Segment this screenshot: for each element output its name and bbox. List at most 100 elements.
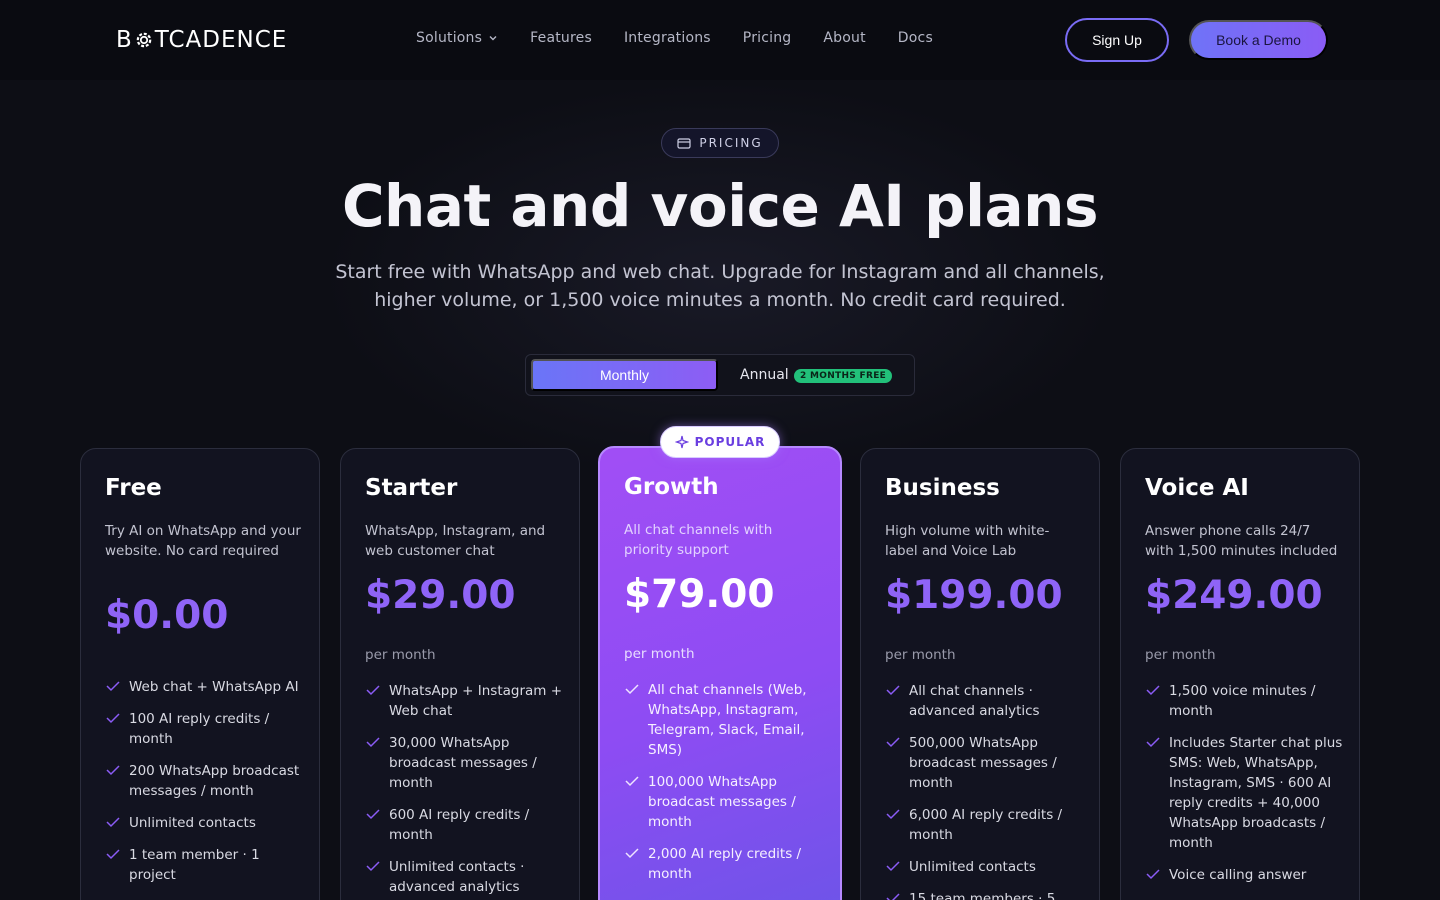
plan-features: All chat channels · advanced analytics 50… — [885, 681, 1085, 900]
nav-about[interactable]: About — [823, 30, 865, 46]
feature-text: 600 AI reply credits / month — [389, 807, 530, 843]
plan-period: per month — [624, 646, 695, 662]
feature-item: 15 team members · 5 — [885, 889, 1085, 900]
top-navigation: B TCADENCE Solutions Features Integratio… — [0, 0, 1440, 80]
check-icon — [106, 817, 120, 828]
check-icon — [106, 681, 120, 692]
plan-description: All chat channels with priority support — [624, 522, 773, 558]
feature-item: 600 AI reply credits / month — [365, 805, 565, 845]
plan-price: $249.00 — [1145, 573, 1323, 618]
feature-text: 100,000 WhatsApp broadcast messages / mo… — [648, 774, 796, 830]
check-icon — [106, 849, 120, 860]
feature-item: 1,500 voice minutes / month — [1145, 681, 1345, 721]
feature-item: 1 team member · 1 project — [105, 845, 305, 885]
page-subtitle: Start free with WhatsApp and web chat. U… — [335, 261, 1105, 311]
check-icon — [1146, 869, 1160, 880]
nav-solutions[interactable]: Solutions — [416, 30, 498, 46]
check-icon — [886, 685, 900, 696]
nav-docs[interactable]: Docs — [898, 30, 933, 46]
feature-text: 1 team member · 1 project — [129, 847, 260, 883]
check-icon — [1146, 685, 1160, 696]
plan-description: High volume with white-label and Voice L… — [885, 523, 1050, 559]
nav-features[interactable]: Features — [530, 30, 592, 46]
popular-badge: POPULAR — [660, 426, 780, 458]
feature-item: 500,000 WhatsApp broadcast messages / mo… — [885, 733, 1085, 793]
plan-name: Growth — [624, 474, 719, 500]
feature-item: Includes Starter chat plus SMS: Web, Wha… — [1145, 733, 1345, 853]
card-icon — [677, 137, 691, 149]
feature-text: Unlimited contacts — [909, 859, 1036, 875]
check-icon — [625, 848, 639, 859]
plan-features: 1,500 voice minutes / month Includes Star… — [1145, 681, 1345, 897]
check-icon — [106, 765, 120, 776]
feature-item: Unlimited contacts — [105, 813, 305, 833]
feature-text: All chat channels · advanced analytics — [909, 683, 1040, 719]
plan-features: Web chat + WhatsApp AI 100 AI reply credi… — [105, 677, 305, 897]
brand-logo[interactable]: B TCADENCE — [116, 26, 287, 54]
page-title: Chat and voice AI plans — [341, 172, 1099, 240]
plan-period: per month — [885, 647, 956, 663]
pricing-pill: PRICING — [661, 128, 779, 158]
feature-text: All chat channels (Web, WhatsApp, Instag… — [648, 682, 807, 758]
billing-toggle: Monthly Annual 2 MONTHS FREE — [525, 354, 915, 396]
check-icon — [625, 684, 639, 695]
monthly-toggle-button[interactable]: Monthly — [531, 359, 718, 391]
feature-text: Voice calling answer — [1169, 867, 1307, 883]
check-icon — [886, 809, 900, 820]
plan-name: Starter — [365, 475, 458, 501]
feature-item: 6,000 AI reply credits / month — [885, 805, 1085, 845]
check-icon — [366, 861, 380, 872]
plan-card-business[interactable]: Business High volume with white-label an… — [860, 448, 1100, 900]
check-icon — [886, 893, 900, 900]
feature-text: 100 AI reply credits / month — [129, 711, 270, 747]
plan-period: per month — [1145, 647, 1216, 663]
check-icon — [106, 713, 120, 724]
nav-pricing[interactable]: Pricing — [743, 30, 792, 46]
pricing-pill-label: PRICING — [699, 136, 763, 150]
feature-item: 100,000 WhatsApp broadcast messages / mo… — [624, 772, 824, 832]
popular-badge-label: POPULAR — [694, 435, 766, 449]
feature-text: 30,000 WhatsApp broadcast messages / mon… — [389, 735, 537, 791]
feature-item: Web chat + WhatsApp AI — [105, 677, 305, 697]
feature-item: 200 WhatsApp broadcast messages / month — [105, 761, 305, 801]
feature-item: All chat channels · advanced analytics — [885, 681, 1085, 721]
sign-up-button[interactable]: Sign Up — [1065, 18, 1169, 62]
feature-item: WhatsApp + Instagram + Web chat — [365, 681, 565, 721]
feature-item: 2,000 AI reply credits / month — [624, 844, 824, 884]
gear-icon — [136, 32, 152, 48]
feature-text: 500,000 WhatsApp broadcast messages / mo… — [909, 735, 1057, 791]
plan-description: WhatsApp, Instagram, and web customer ch… — [365, 523, 546, 559]
nav-solutions-label: Solutions — [416, 30, 483, 46]
plan-price: $29.00 — [365, 573, 516, 618]
logo-text-right: TCADENCE — [154, 27, 288, 53]
check-icon — [625, 776, 639, 787]
plan-description: Try AI on WhatsApp and your website. No … — [105, 523, 301, 559]
nav-integrations[interactable]: Integrations — [624, 30, 711, 46]
check-icon — [366, 737, 380, 748]
chevron-down-icon — [489, 36, 497, 41]
sparkle-icon — [674, 435, 689, 449]
feature-item: Voice calling answer — [1145, 865, 1345, 885]
feature-item: Unlimited contacts · advanced analytics — [365, 857, 565, 897]
book-demo-button[interactable]: Book a Demo — [1189, 20, 1328, 60]
feature-text: 2,000 AI reply credits / month — [648, 846, 802, 882]
check-icon — [1146, 737, 1160, 748]
feature-text: 15 team members · 5 — [909, 891, 1056, 900]
annual-toggle-button[interactable]: Annual — [740, 367, 789, 383]
feature-item: Unlimited contacts — [885, 857, 1085, 877]
plan-name: Business — [885, 475, 1000, 501]
feature-text: Unlimited contacts — [129, 815, 256, 831]
feature-text: WhatsApp + Instagram + Web chat — [389, 683, 563, 719]
plan-features: All chat channels (Web, WhatsApp, Instag… — [624, 680, 824, 896]
logo-text-left: B — [116, 27, 133, 53]
plan-price: $0.00 — [105, 593, 229, 638]
plan-card-voice-ai[interactable]: Voice AI Answer phone calls 24/7 with 1,… — [1120, 448, 1360, 900]
plan-card-growth[interactable]: Growth All chat channels with priority s… — [598, 446, 842, 900]
feature-text: Unlimited contacts · advanced analytics — [389, 859, 525, 895]
check-icon — [886, 737, 900, 748]
plan-period: per month — [365, 647, 436, 663]
plan-card-free[interactable]: Free Try AI on WhatsApp and your website… — [80, 448, 320, 900]
feature-text: 1,500 voice minutes / month — [1169, 683, 1316, 719]
plan-name: Voice AI — [1145, 475, 1249, 501]
plan-card-starter[interactable]: Starter WhatsApp, Instagram, and web cus… — [340, 448, 580, 900]
